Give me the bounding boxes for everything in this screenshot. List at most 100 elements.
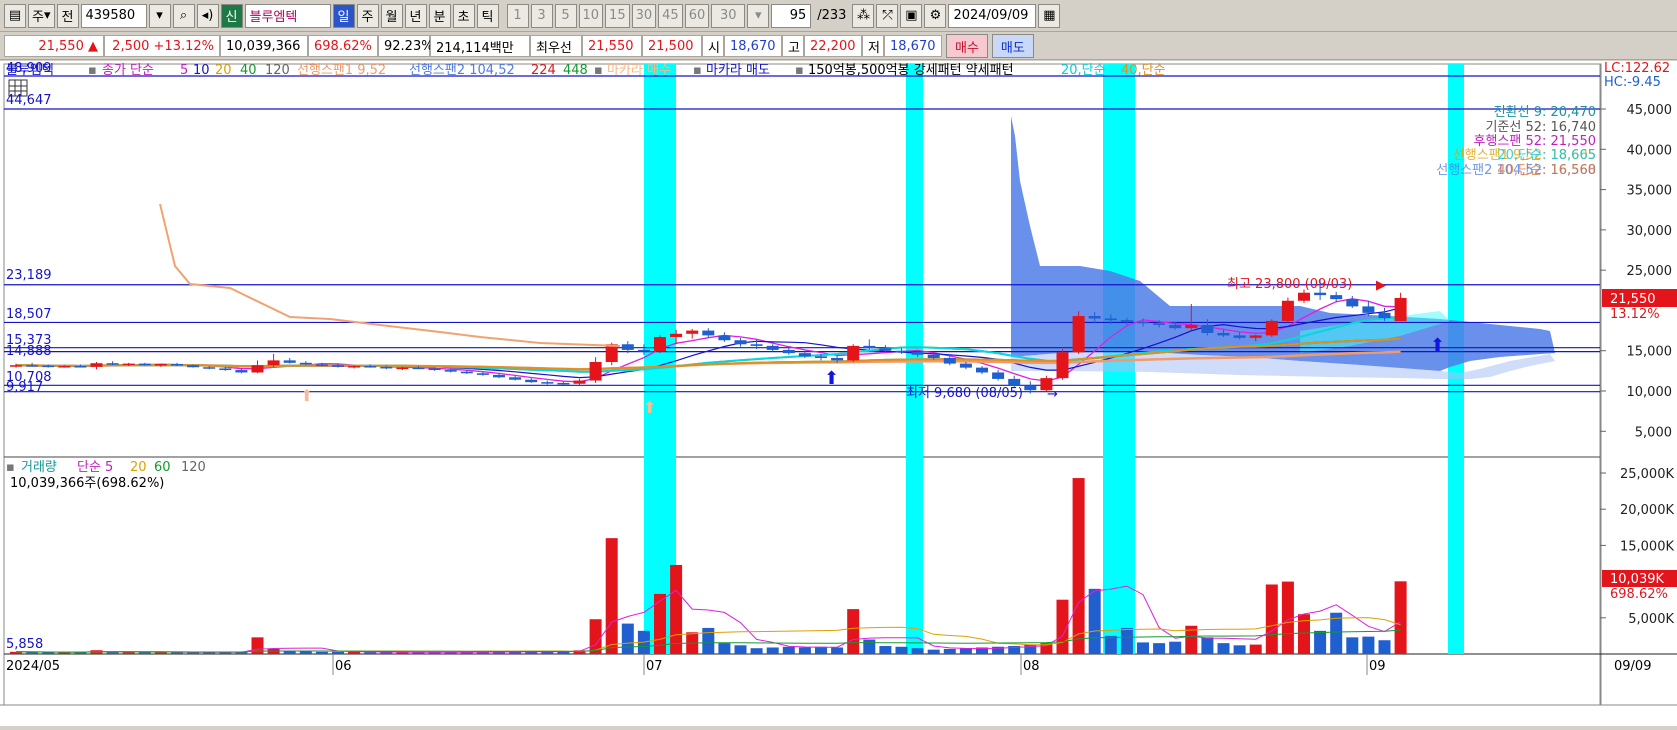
- minute-10[interactable]: 10: [578, 3, 604, 28]
- legend-close-ma: 종가 단순: [102, 63, 154, 78]
- tab-month[interactable]: 월: [380, 3, 403, 28]
- count-input[interactable]: 95: [771, 3, 812, 28]
- candle-body: [1137, 321, 1149, 324]
- candle-body: [879, 348, 892, 351]
- price-tick-label: 30,000: [1627, 224, 1673, 239]
- candle-body: [1233, 335, 1246, 338]
- volume-bar: [315, 651, 328, 654]
- legend-makara-buy: 마카라 매수: [607, 63, 671, 78]
- minute-45[interactable]: 45: [658, 3, 683, 28]
- volume-value: 10,039,366: [220, 35, 308, 57]
- volume-bar: [621, 623, 634, 654]
- search-icon[interactable]: ⌕: [172, 3, 195, 28]
- tab-tick[interactable]: 틱: [476, 3, 499, 28]
- current-price-pct: 13.12%: [1610, 307, 1660, 322]
- volume-bar: [1217, 643, 1230, 654]
- tab-week[interactable]: 주: [356, 3, 379, 28]
- volume-ma5: 단순 5: [77, 460, 113, 475]
- volume-bar: [879, 646, 892, 654]
- volume-ma60: 60: [154, 460, 171, 475]
- tab-year[interactable]: 년: [404, 3, 427, 28]
- candle-body: [573, 380, 586, 384]
- hc-label: HC:-9.45: [1604, 75, 1661, 90]
- save-icon[interactable]: ▣: [900, 3, 923, 28]
- minute-select[interactable]: 30: [711, 3, 746, 28]
- candle-body: [138, 363, 151, 366]
- volume-bar: [58, 652, 71, 654]
- turnover-pct: 92.23%: [378, 35, 434, 57]
- label-14888: 14,888: [6, 344, 52, 359]
- calendar-icon[interactable]: ▦: [1038, 3, 1061, 28]
- lc-label: LC:122.62: [1604, 61, 1670, 76]
- candle-body: [509, 377, 522, 380]
- s20-readout: 20,단순: 18,665: [1497, 148, 1596, 163]
- x-tick-07: 07: [646, 659, 663, 674]
- minute-3[interactable]: 3: [530, 3, 553, 28]
- volume-bar: [750, 648, 763, 654]
- sell-button[interactable]: 매도: [991, 34, 1034, 58]
- candle-body: [702, 330, 715, 336]
- code-dropdown-icon[interactable]: ▾: [148, 3, 171, 28]
- high-label: 고: [782, 35, 804, 57]
- volume-bar: [1120, 627, 1133, 654]
- candle-body: [734, 340, 747, 345]
- tab-second[interactable]: 초: [452, 3, 475, 28]
- candle-body: [26, 365, 39, 367]
- chart-toolbar: ▤ 주 ▾ 전 439580 ▾ ⌕ ◂) 신 블루엠텍 일 주 월 년 분 초 …: [0, 0, 1677, 32]
- volume-bar: [1378, 640, 1391, 654]
- period-week-dropdown[interactable]: 주 ▾: [28, 3, 55, 28]
- tab-day[interactable]: 일: [332, 3, 355, 28]
- minute-30[interactable]: 30: [631, 3, 657, 28]
- minute-60[interactable]: 60: [684, 3, 710, 28]
- volume-bar: [1169, 641, 1182, 654]
- crosshair-icon[interactable]: ⤱: [876, 3, 899, 28]
- candle-body: [976, 367, 988, 373]
- current-price-label: 21,550: [1610, 292, 1656, 307]
- volume-bar: [1104, 635, 1117, 654]
- candle-body: [1217, 332, 1230, 336]
- buy-button[interactable]: 매수: [946, 34, 988, 58]
- minute-1[interactable]: 1: [506, 3, 529, 28]
- candle-body: [1281, 300, 1294, 321]
- candle-body: [1330, 295, 1343, 300]
- candle-body: [299, 362, 312, 365]
- candle-body: [1024, 385, 1037, 391]
- candle-body: [1265, 320, 1278, 336]
- sell-signal-arrow-icon-2: ⬆: [1430, 335, 1445, 356]
- base-readout: 기준선 52: 16,740: [1485, 120, 1596, 135]
- legend-ma40: 40: [240, 63, 257, 78]
- price-tick-label: 10,000: [1627, 385, 1673, 400]
- chart-area[interactable]: 블루엠텍 ▪ 종가 단순 5 10 20 40 120 선행스팬1 9,52 선…: [0, 61, 1677, 726]
- label-44647: 44,647: [6, 93, 52, 108]
- price-tick-label: 25,000: [1627, 264, 1673, 279]
- prev-button[interactable]: 전: [56, 3, 79, 28]
- speaker-icon[interactable]: ◂): [196, 3, 219, 28]
- legend-makara-sell: 마카라 매도: [706, 63, 770, 78]
- volume-bar: [766, 647, 779, 654]
- minute-select-arrow-icon[interactable]: ▾: [747, 3, 770, 28]
- indicator-icon[interactable]: ⁂: [852, 3, 875, 28]
- quote-bar: 21,550 ▲ 2,500 +13.12% 10,039,366 698.62…: [0, 33, 1677, 60]
- minute-5[interactable]: 5: [554, 3, 577, 28]
- volume-bar: [1153, 643, 1166, 654]
- conversion-readout: 전환선 9: 20,470: [1494, 105, 1596, 120]
- legend-ma120: 120: [265, 63, 290, 78]
- x-tick-09: 09: [1369, 659, 1386, 674]
- candle-body: [992, 372, 1005, 379]
- volume-bar: [364, 652, 377, 654]
- stock-code-input[interactable]: 439580: [80, 3, 147, 28]
- layout-icon[interactable]: ▤: [4, 3, 26, 28]
- price-chart-svg[interactable]: 블루엠텍 ▪ 종가 단순 5 10 20 40 120 선행스팬1 9,52 선…: [0, 61, 1677, 726]
- candle-body: [1104, 318, 1117, 321]
- high-annotation: 최고 23,800 (09/03): [1227, 277, 1352, 292]
- current-volume-pct: 698.62%: [1610, 587, 1668, 602]
- volume-bar: [299, 651, 312, 654]
- minute-15[interactable]: 15: [605, 3, 630, 28]
- candle-body: [750, 344, 763, 346]
- tab-minute[interactable]: 분: [428, 3, 451, 28]
- low-label: 저: [862, 35, 884, 57]
- candle-body: [203, 367, 216, 369]
- price-tick-label: 5,000: [1635, 425, 1672, 440]
- gear-icon[interactable]: ⚙: [924, 3, 947, 28]
- date-input[interactable]: 2024/09/09: [948, 3, 1037, 28]
